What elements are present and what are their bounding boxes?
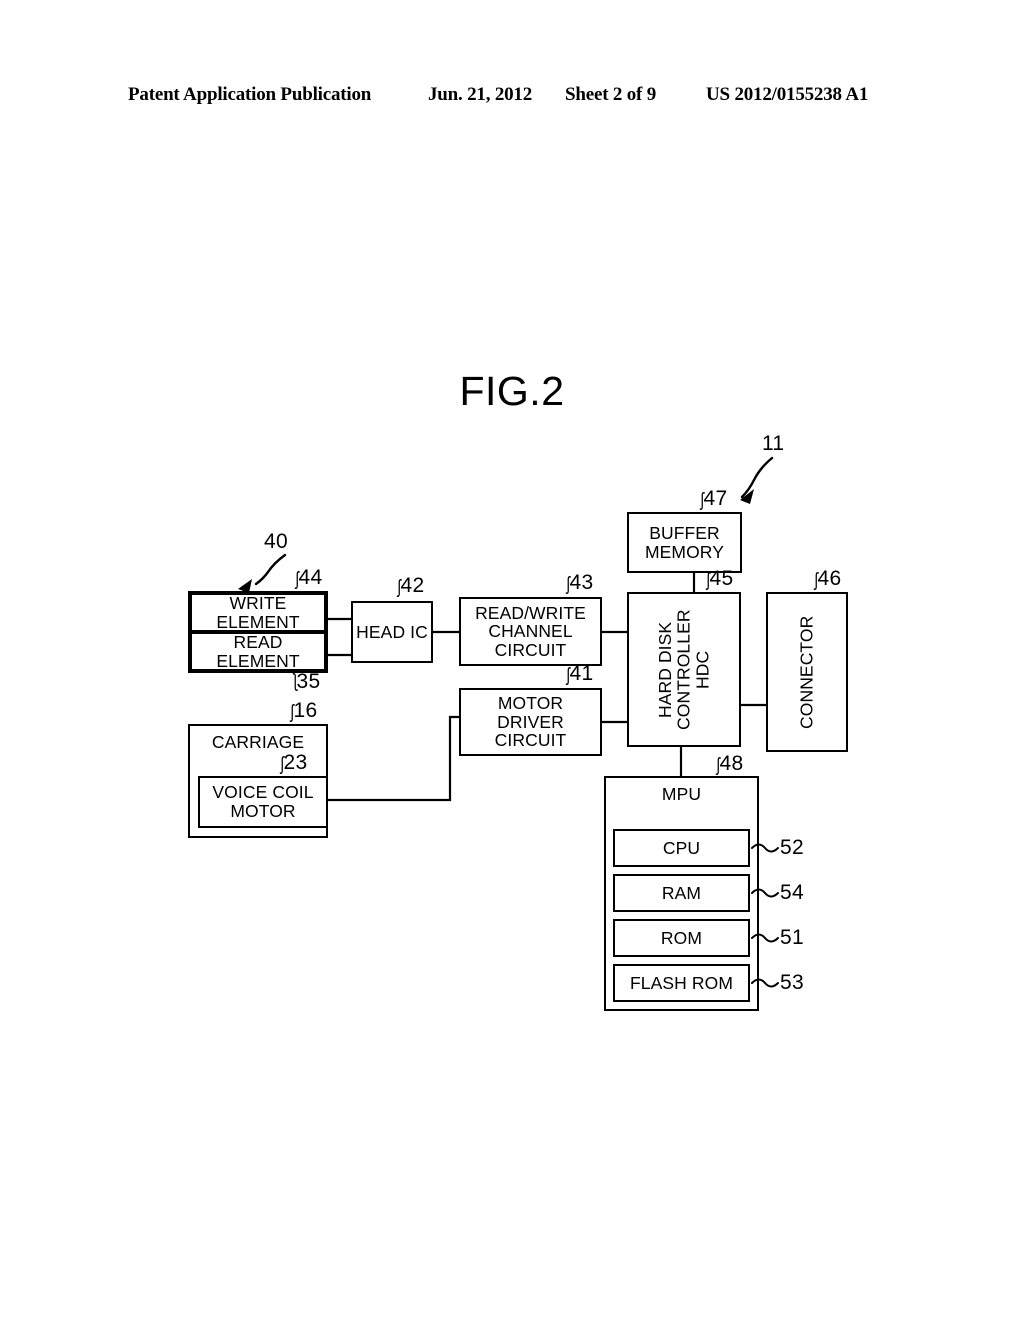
ref-11: 11 — [762, 432, 785, 455]
ref-51: 51 — [780, 926, 804, 949]
read-write-channel-circuit-block: READ/WRITE CHANNEL CIRCUIT — [459, 597, 602, 666]
head-ic-block: HEAD IC — [351, 601, 433, 663]
hard-disk-controller-block: HARD DISK CONTROLLER HDC — [627, 592, 741, 747]
rom-block: ROM — [613, 919, 750, 957]
ref-43: ʃ43 — [566, 571, 594, 595]
ref-42: ʃ42 — [397, 574, 425, 598]
ref-45: ʃ45 — [706, 567, 734, 591]
cpu-block: CPU — [613, 829, 750, 867]
block-diagram: WRITE ELEMENT READ ELEMENT HEAD IC READ/… — [0, 0, 1024, 1320]
voice-coil-motor-block: VOICE COIL MOTOR — [198, 776, 328, 828]
leader-glyph-45: ʃ — [706, 570, 710, 591]
leader-glyph-43: ʃ — [566, 574, 570, 595]
read-element-block: READ ELEMENT — [190, 632, 326, 671]
ref-48: ʃ48 — [716, 752, 744, 776]
ref-46: ʃ46 — [814, 567, 842, 591]
write-element-block: WRITE ELEMENT — [190, 593, 326, 632]
leader-glyph-46: ʃ — [814, 570, 818, 591]
ref-40: 40 — [264, 530, 288, 553]
buffer-memory-block: BUFFER MEMORY — [627, 512, 742, 573]
leader-glyph-48: ʃ — [716, 755, 720, 776]
leader-glyph-47: ʃ — [700, 490, 704, 511]
ref-41: ʃ41 — [566, 662, 594, 686]
ram-block: RAM — [613, 874, 750, 912]
leader-glyph-42: ʃ — [397, 577, 401, 598]
leader-glyph-41: ʃ — [566, 665, 570, 686]
ref-35: ʃ35 — [293, 670, 321, 693]
flash-rom-block: FLASH ROM — [613, 964, 750, 1002]
ref-54: 54 — [780, 881, 804, 904]
leader-glyph-16: ʃ — [290, 702, 294, 723]
leader-glyph-35: ʃ — [293, 672, 297, 693]
motor-driver-circuit-block: MOTOR DRIVER CIRCUIT — [459, 688, 602, 756]
leader-glyph-44: ʃ — [295, 569, 299, 590]
ref-47: ʃ47 — [700, 487, 728, 511]
ref-23: ʃ23 — [280, 751, 308, 775]
ref-52: 52 — [780, 836, 804, 859]
ref-16: ʃ16 — [290, 699, 318, 723]
ref-53: 53 — [780, 971, 804, 994]
leader-glyph-23: ʃ — [280, 754, 284, 775]
connector-block: CONNECTOR — [766, 592, 848, 752]
ref-44: ʃ44 — [295, 566, 323, 590]
